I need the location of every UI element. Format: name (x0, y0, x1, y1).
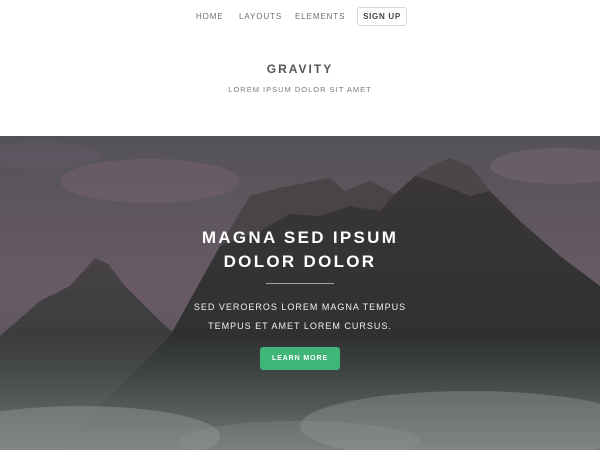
hero-overlay (0, 136, 600, 450)
sign-up-button[interactable]: SIGN UP (357, 7, 407, 26)
hero-text-line-1: SED VEROEROS LOREM MAGNA TEMPUS (193, 302, 407, 312)
nav-link-layouts[interactable]: LAYOUTS (239, 12, 282, 21)
hero-heading: MAGNA SED IPSUM DOLOR DOLOR (0, 226, 600, 274)
hero-text-line-2: TEMPUS ET AMET LOREM CURSUS. (208, 321, 392, 331)
nav-link-home[interactable]: HOME (196, 12, 224, 21)
hero-heading-line-2: DOLOR DOLOR (223, 252, 377, 271)
top-nav: HOME LAYOUTS ELEMENTS SIGN UP (0, 0, 600, 34)
site-title: GRAVITY (266, 62, 334, 76)
nav-link-elements[interactable]: ELEMENTS (295, 12, 345, 21)
page: HOME LAYOUTS ELEMENTS SIGN UP GRAVITY LO… (0, 0, 600, 450)
learn-more-button[interactable]: LEARN MORE (260, 347, 340, 370)
hero-divider (266, 283, 334, 284)
hero-banner: MAGNA SED IPSUM DOLOR DOLOR SED VEROEROS… (0, 136, 600, 450)
hero-text: SED VEROEROS LOREM MAGNA TEMPUS TEMPUS E… (0, 298, 600, 336)
hero-heading-line-1: MAGNA SED IPSUM (201, 228, 399, 247)
site-tagline: LOREM IPSUM DOLOR SIT AMET (228, 85, 372, 94)
